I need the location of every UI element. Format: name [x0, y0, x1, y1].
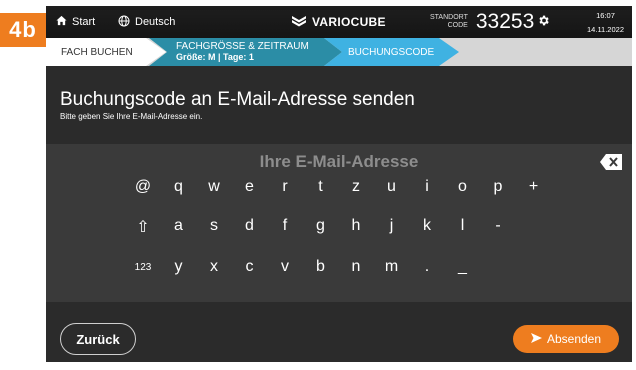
variocube-logo-icon	[291, 15, 307, 30]
brand-logo: VARIOCUBE	[291, 6, 386, 38]
key-char[interactable]: g	[310, 217, 332, 235]
gear-icon	[537, 14, 550, 30]
send-icon	[530, 332, 542, 346]
top-bar: Start Deutsch VARIOCUBE STANDORT CODE 33…	[46, 6, 632, 38]
key-char[interactable]: z	[345, 178, 367, 196]
home-button[interactable]: Start	[56, 6, 95, 38]
key-numbers[interactable]: 123	[132, 262, 154, 273]
breadcrumb: FACH BUCHEN FACHGRÖSSE & ZEITRAUM Größe:…	[46, 38, 632, 66]
key-char[interactable]: f	[274, 217, 296, 235]
key-char[interactable]: k	[416, 217, 438, 235]
page-subtitle: Bitte geben Sie Ihre E-Mail-Adresse ein.	[60, 112, 203, 121]
key-char[interactable]: +	[523, 178, 545, 196]
key-char[interactable]: v	[274, 258, 296, 276]
date-display: 14.11.2022	[587, 24, 624, 34]
home-icon	[56, 15, 67, 29]
key-char[interactable]: m	[381, 258, 403, 276]
key-char[interactable]: n	[345, 258, 367, 276]
standort-code-value: 33253	[475, 10, 535, 33]
send-label: Absenden	[546, 332, 602, 346]
globe-icon	[118, 15, 130, 30]
brand-name: VARIOCUBE	[312, 15, 386, 29]
standort-label: STANDORT CODE	[430, 14, 468, 29]
key-char[interactable]: i	[416, 178, 438, 196]
key-char[interactable]: w	[203, 178, 225, 196]
key-char[interactable]: @	[132, 178, 154, 196]
key-char[interactable]: j	[381, 217, 403, 235]
clear-input-button[interactable]	[600, 154, 622, 170]
key-char[interactable]: e	[239, 178, 261, 196]
key-char[interactable]: t	[310, 178, 332, 196]
breadcrumb-step-fachgroesse[interactable]: FACHGRÖSSE & ZEITRAUM Größe: M | Tage: 1	[149, 38, 342, 66]
key-char[interactable]: .	[416, 258, 438, 276]
onscreen-keyboard: Ihre E-Mail-Adresse @ q w e r t z u i o p + ⇧ a s d f g h j…	[46, 144, 632, 302]
key-char[interactable]: q	[168, 178, 190, 196]
breadcrumb-step-buchungscode: BUCHUNGSCODE	[324, 38, 459, 66]
settings-button[interactable]	[537, 6, 550, 38]
key-char[interactable]: l	[452, 217, 474, 235]
home-label: Start	[72, 16, 96, 28]
key-char[interactable]: u	[381, 178, 403, 196]
key-shift[interactable]: ⇧	[132, 217, 154, 237]
key-char[interactable]: p	[487, 178, 509, 196]
key-char[interactable]: h	[345, 217, 367, 235]
step-badge: 4b	[0, 13, 46, 47]
backspace-icon	[600, 154, 622, 174]
key-char[interactable]: x	[203, 258, 225, 276]
language-label: Deutsch	[135, 16, 176, 28]
standort-code: STANDORT CODE 33253	[430, 6, 534, 38]
key-char[interactable]: a	[168, 217, 190, 235]
time-display: 16:07	[596, 10, 615, 20]
key-char[interactable]: s	[203, 217, 225, 235]
key-char[interactable]: y	[168, 258, 190, 276]
key-char[interactable]: c	[239, 258, 261, 276]
key-char[interactable]: -	[487, 217, 509, 235]
key-char[interactable]: d	[239, 217, 261, 235]
key-char[interactable]: b	[310, 258, 332, 276]
send-button[interactable]: Absenden	[513, 325, 619, 353]
email-input[interactable]: Ihre E-Mail-Adresse	[46, 152, 632, 172]
key-char[interactable]: o	[452, 178, 474, 196]
key-char[interactable]: r	[274, 178, 296, 196]
page-title: Buchungscode an E-Mail-Adresse senden	[60, 89, 415, 110]
breadcrumb-step-fach-buchen[interactable]: FACH BUCHEN	[46, 38, 166, 66]
language-button[interactable]: Deutsch	[118, 6, 175, 38]
back-button[interactable]: Zurück	[60, 323, 136, 355]
kiosk-screen: Start Deutsch VARIOCUBE STANDORT CODE 33…	[46, 6, 632, 362]
date-time: 16:07 14.11.2022	[587, 6, 624, 38]
key-char[interactable]: _	[452, 258, 474, 276]
